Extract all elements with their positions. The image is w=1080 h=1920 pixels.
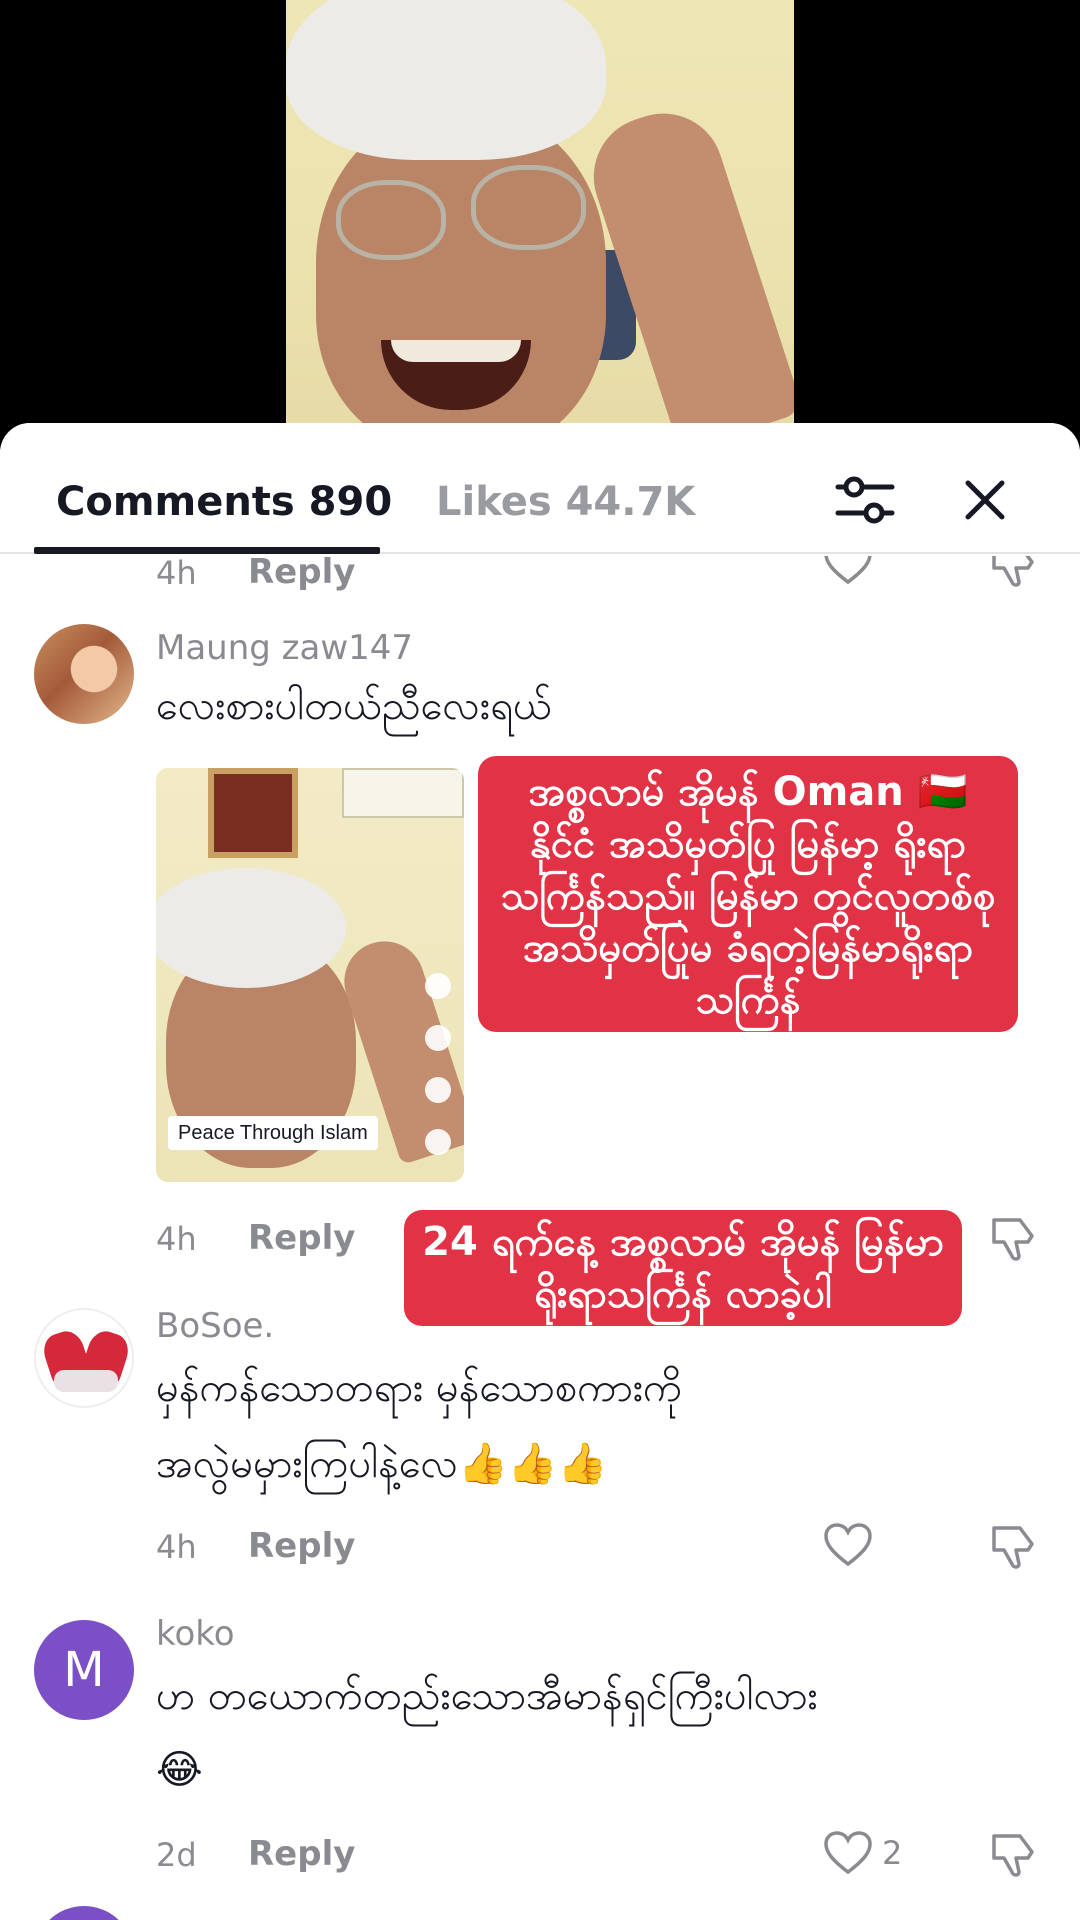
dislike-icon[interactable] [988,1520,1040,1572]
avatar[interactable]: M [34,1620,134,1720]
comment-time: 4h [156,1220,197,1258]
avatar[interactable] [34,1308,134,1408]
comment-username[interactable]: BoSoe. [156,1306,274,1346]
reply-button[interactable]: Reply [248,1834,355,1874]
comments-sheet: Comments 890 Likes 44.7K 4h Reply Maung … [0,423,1080,1920]
thumb-wall-sign [342,768,464,818]
comment-meta: 2d Reply 2 [0,1828,1080,1888]
comment-text-line2: အလွဲမမှားကြပါနဲ့လေ👍👍👍 [156,1441,608,1487]
avatar[interactable] [34,624,134,724]
tab-comments[interactable]: Comments 890 [56,467,392,537]
thumbnail-caption: Peace Through Islam [168,1116,378,1150]
sheet-header: Comments 890 Likes 44.7K [0,423,1080,554]
reply-button[interactable]: Reply [248,1526,355,1566]
video-teeth-shape [391,340,521,362]
comment-text-line1: ဟ တယောက်တည်းသောအီမာန်ရှင်ကြီးပါလား [156,1673,818,1719]
filter-icon[interactable] [830,465,900,535]
like-count: 2 [882,1834,903,1872]
video-player[interactable] [0,0,1080,440]
comment-time: 2d [156,1836,197,1874]
comment-text-line1: မှန်ကန်သောတရား မှန်သောစကားကို [156,1365,683,1411]
comment-username[interactable]: Maung zaw147 [156,628,413,668]
dislike-icon[interactable] [988,1212,1040,1264]
overlay-caption: 24 ရက်နေ့ အစ္စလာမ် အိုမန် မြန်မာရိုးရာသင… [404,1210,962,1326]
dislike-icon[interactable] [988,556,1040,590]
thumb-wall-frame [208,768,298,858]
video-frame [286,0,794,440]
close-icon[interactable] [950,465,1020,535]
heart-icon[interactable] [822,1828,874,1880]
video-glasses-left [336,180,446,260]
reply-button[interactable]: Reply [248,556,355,592]
comment-video-thumbnail[interactable]: Peace Through Islam [156,768,464,1182]
reply-button[interactable]: Reply [248,1218,355,1258]
avatar[interactable] [34,1906,134,1920]
video-turban-shape [286,0,606,160]
overlay-caption: အစ္စလာမ် အိုမန် Oman 🇴🇲 နိုင်ငံ အသိမှတ်ပ… [478,756,1018,1032]
comment-username[interactable]: koko [156,1614,235,1654]
comment-text-line2: 😂 [156,1747,203,1793]
thumb-side-actions [420,973,456,1182]
active-tab-indicator [34,547,380,554]
video-glasses-right [471,165,586,250]
comment-time: 4h [156,1528,197,1566]
partial-comment-meta: 4h Reply [0,556,1080,606]
comment-text: လေးစားပါတယ်ညီလေးရယ် [156,683,552,729]
heart-icon[interactable] [822,556,874,590]
comment-meta: 4h Reply [0,1520,1080,1580]
comment-time: 4h [156,556,197,592]
dislike-icon[interactable] [988,1828,1040,1880]
tab-likes[interactable]: Likes 44.7K [436,467,695,537]
heart-icon[interactable] [822,1520,874,1572]
